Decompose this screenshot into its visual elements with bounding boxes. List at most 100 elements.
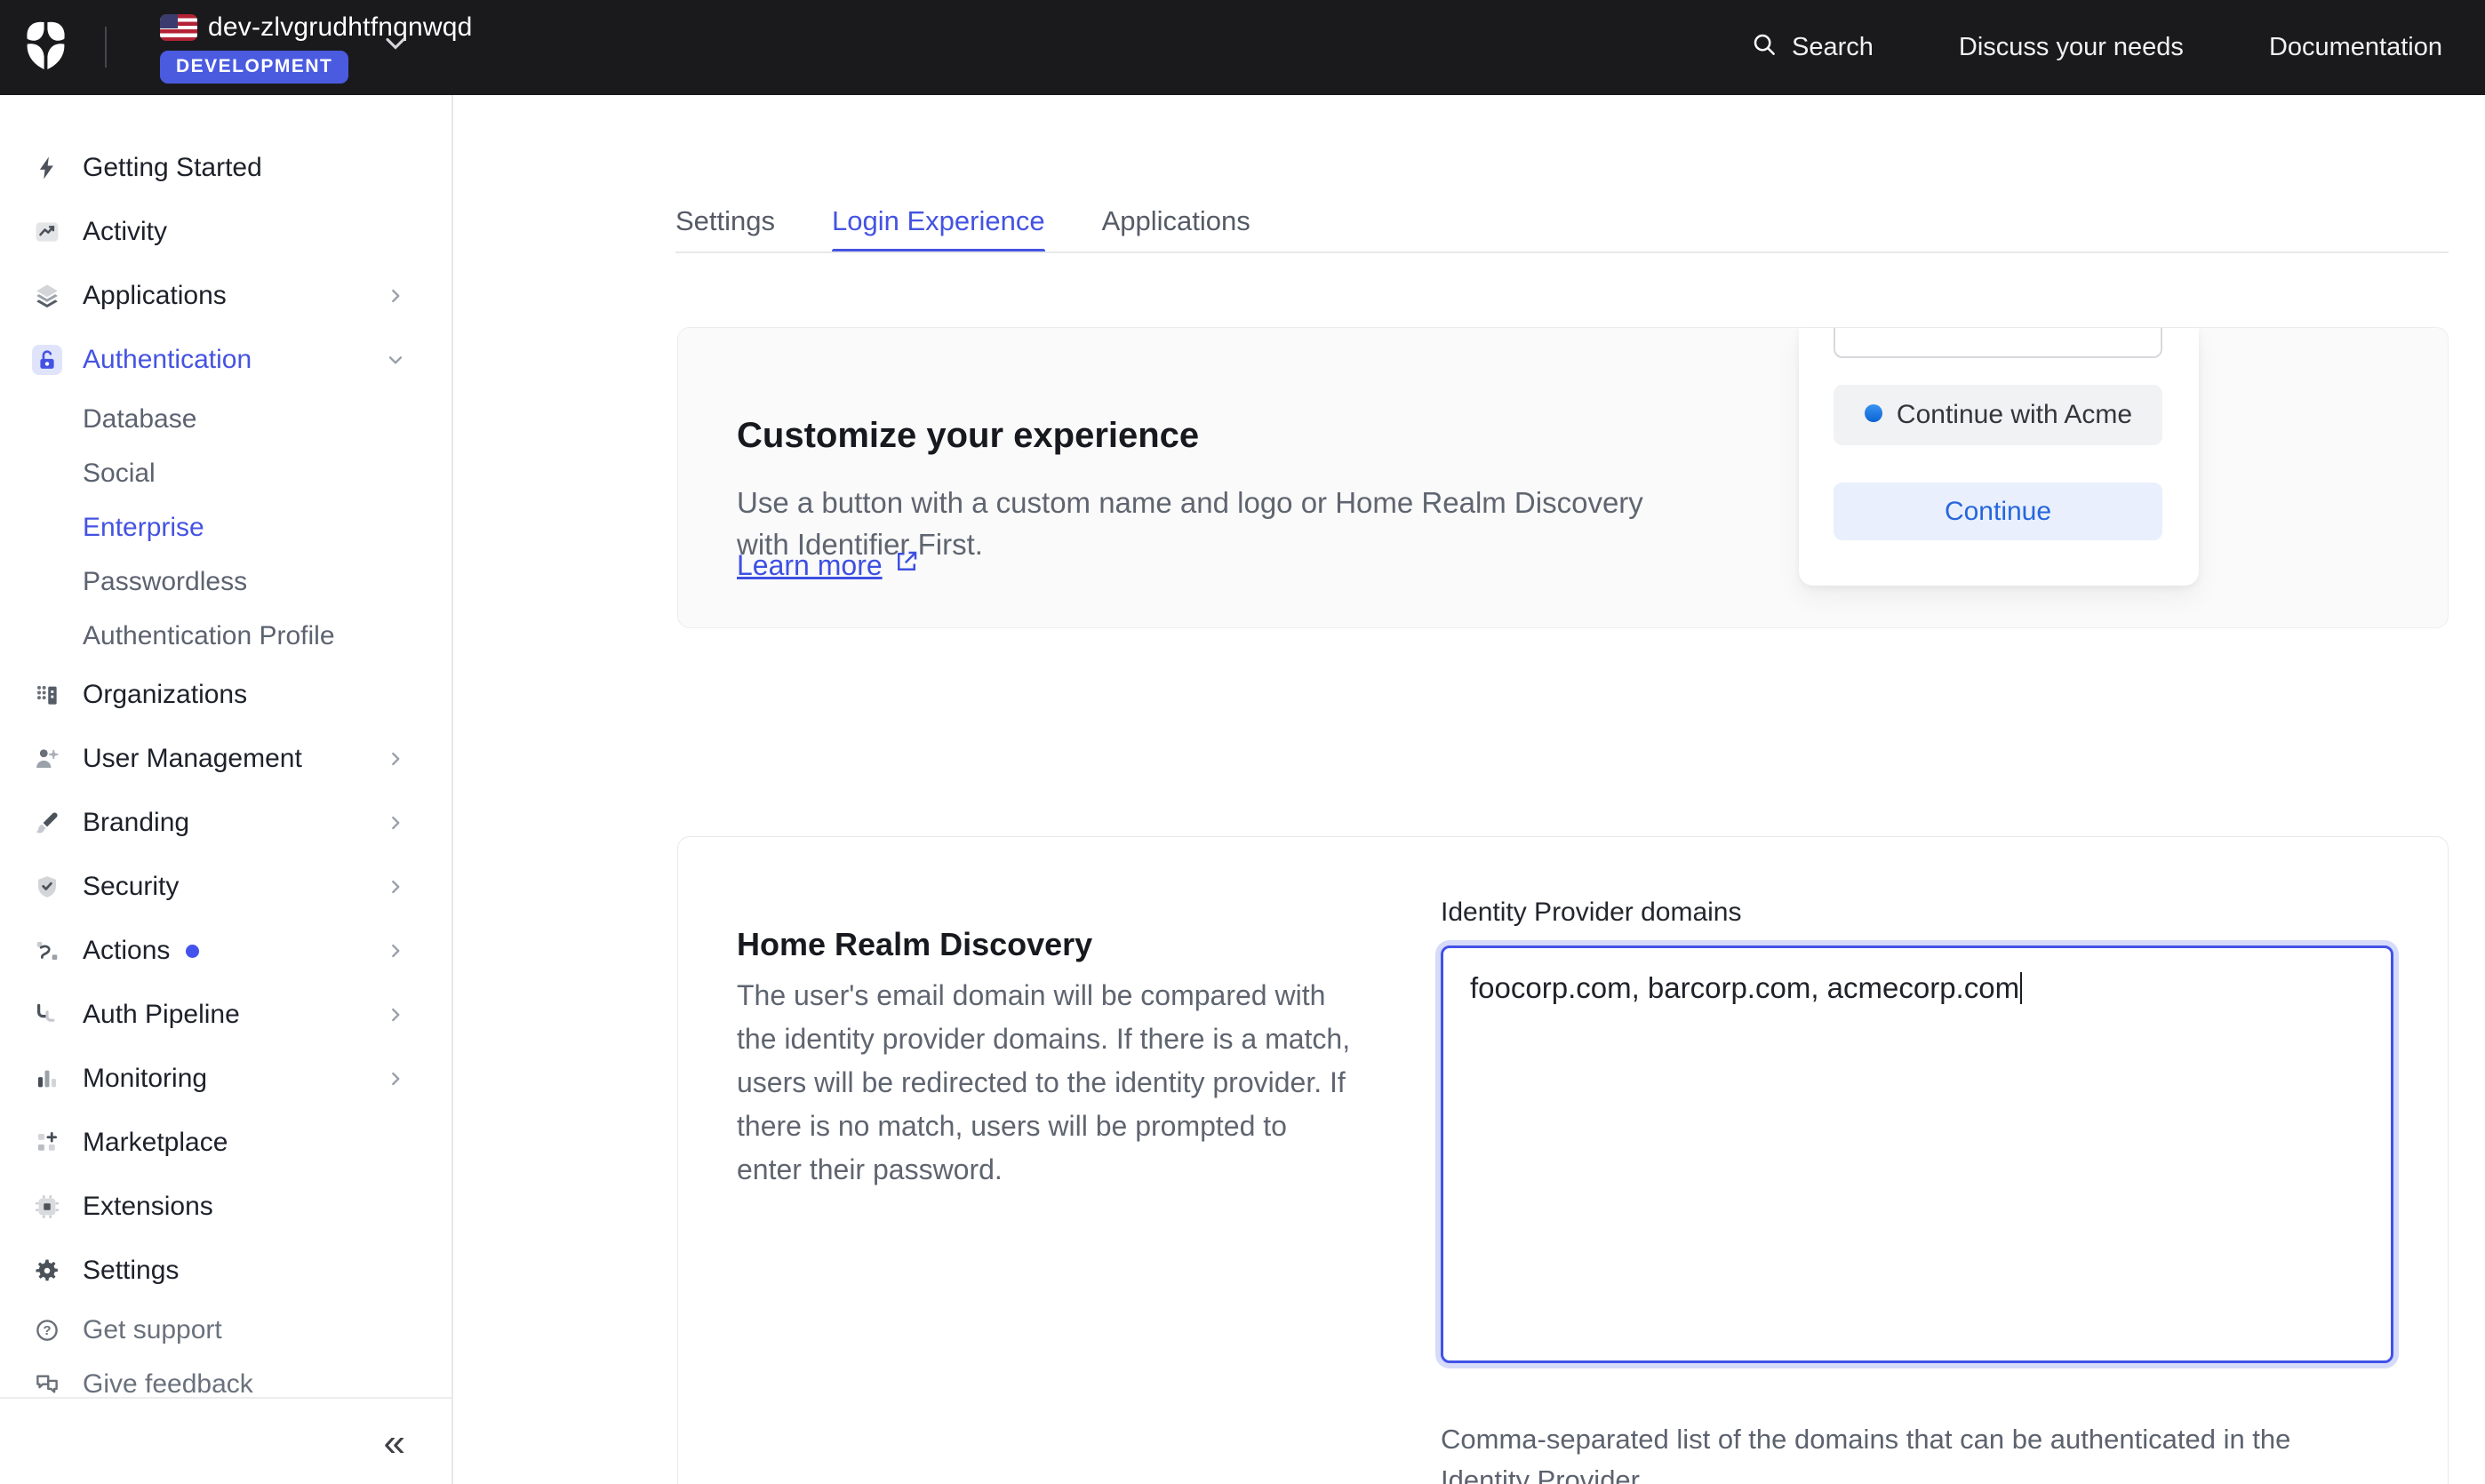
shield-check-icon — [32, 872, 62, 902]
topbar-nav: Search Discuss your needs Documentation — [1751, 0, 2442, 95]
sidebar-footer: « — [0, 1397, 451, 1484]
help-icon: ? — [32, 1315, 62, 1345]
sidebar-item-activity[interactable]: Activity — [0, 200, 451, 264]
sidebar-item-label: User Management — [83, 744, 302, 774]
feedback-icon — [32, 1369, 62, 1400]
chevron-down-icon — [384, 348, 407, 371]
sidebar-item-label: Applications — [83, 281, 227, 311]
activity-icon — [32, 217, 62, 247]
unlock-icon — [32, 345, 62, 375]
continue-button[interactable]: Continue — [1834, 483, 2162, 540]
sidebar-item-label: Social — [83, 459, 156, 489]
sidebar-item-label: Authentication Profile — [83, 621, 335, 651]
sidebar-item-settings[interactable]: Settings — [0, 1239, 451, 1303]
chip-icon — [32, 1192, 62, 1222]
sidebar-item-label: Authentication — [83, 345, 252, 375]
sidebar-item-monitoring[interactable]: Monitoring — [0, 1047, 451, 1111]
bar-chart-icon — [32, 1064, 62, 1094]
sidebar-item-authentication-profile[interactable]: Authentication Profile — [0, 609, 451, 663]
topnav-documentation[interactable]: Documentation — [2269, 33, 2442, 62]
learn-more-link[interactable]: Learn more — [737, 548, 920, 582]
tab-login-experience[interactable]: Login Experience — [832, 188, 1045, 253]
connection-tabs: Settings Login Experience Applications — [675, 188, 1250, 253]
flow-icon — [32, 936, 62, 966]
auth0-dashboard: dev-zlvgrudhtfnqnwqd DEVELOPMENT Search D… — [0, 0, 2485, 1484]
sidebar-item-label: Monitoring — [83, 1064, 207, 1094]
sidebar-item-label: Organizations — [83, 680, 247, 710]
tab-applications[interactable]: Applications — [1102, 188, 1250, 253]
sidebar-item-branding[interactable]: Branding — [0, 791, 451, 855]
sidebar-item-label: Auth Pipeline — [83, 1000, 240, 1030]
sidebar-item-label: Actions — [83, 936, 170, 966]
chevron-right-icon — [384, 811, 407, 834]
sidebar-item-getting-started[interactable]: Getting Started — [0, 136, 451, 200]
collapse-sidebar-button[interactable]: « — [384, 1424, 405, 1463]
tabs-divider — [675, 251, 2449, 253]
home-realm-title: Home Realm Discovery — [737, 926, 1092, 963]
sidebar-item-label: Getting Started — [83, 153, 262, 183]
chevron-right-icon — [384, 939, 407, 962]
sidebar-item-enterprise[interactable]: Enterprise — [0, 500, 451, 555]
sidebar-item-security[interactable]: Security — [0, 855, 451, 919]
sidebar-item-label: Enterprise — [83, 513, 204, 543]
chevron-right-icon — [384, 284, 407, 307]
sidebar-item-authentication[interactable]: Authentication — [0, 328, 451, 392]
svg-text:?: ? — [43, 1323, 51, 1338]
tab-settings[interactable]: Settings — [675, 188, 775, 253]
topnav-discuss[interactable]: Discuss your needs — [1959, 33, 2184, 62]
sidebar-item-user-management[interactable]: User Management — [0, 727, 451, 791]
us-flag-icon — [160, 14, 197, 41]
sidebar-item-passwordless[interactable]: Passwordless — [0, 555, 451, 609]
sidebar-item-applications[interactable]: Applications — [0, 264, 451, 328]
sidebar-item-label: Security — [83, 872, 179, 902]
topnav-label: Search — [1792, 33, 1874, 62]
identifier-input[interactable] — [1834, 328, 2162, 358]
paintbrush-icon — [32, 808, 62, 838]
sidebar-item-actions[interactable]: Actions — [0, 919, 451, 983]
text-cursor — [2020, 972, 2022, 1004]
idp-domains-textarea[interactable]: foocorp.com, barcorp.com, acmecorp.com — [1441, 945, 2393, 1363]
external-link-icon — [893, 548, 920, 582]
chevron-right-icon — [384, 747, 407, 770]
sidebar-item-get-support[interactable]: ? Get support — [0, 1303, 451, 1357]
user-gear-icon — [32, 744, 62, 774]
sidebar-item-extensions[interactable]: Extensions — [0, 1175, 451, 1239]
login-preview-panel: Continue with Acme Continue — [1799, 328, 2199, 586]
sidebar-item-organizations[interactable]: Organizations — [0, 663, 451, 727]
learn-more-label: Learn more — [737, 549, 883, 582]
topnav-label: Documentation — [2269, 33, 2442, 62]
sidebar-item-label: Database — [83, 404, 196, 435]
sidebar-item-label: Branding — [83, 808, 189, 838]
environment-badge: DEVELOPMENT — [160, 51, 348, 84]
organization-icon — [32, 680, 62, 710]
chevron-right-icon — [384, 1003, 407, 1026]
idp-login-button[interactable]: Continue with Acme — [1834, 385, 2162, 445]
bolt-icon — [32, 153, 62, 183]
topnav-search[interactable]: Search — [1751, 31, 1874, 65]
tenant-name: dev-zlvgrudhtfnqnwqd — [208, 12, 473, 43]
layers-icon — [32, 281, 62, 311]
sidebar-item-label: Passwordless — [83, 567, 247, 597]
idp-domains-label: Identity Provider domains — [1441, 898, 1742, 928]
sidebar-item-database[interactable]: Database — [0, 392, 451, 446]
new-feature-dot — [186, 945, 199, 958]
search-icon — [1751, 31, 1778, 65]
sidebar-item-label: Marketplace — [83, 1128, 228, 1158]
tenant-switcher[interactable]: dev-zlvgrudhtfnqnwqd DEVELOPMENT — [160, 12, 473, 84]
sidebar-item-social[interactable]: Social — [0, 446, 451, 500]
sidebar-item-label: Get support — [83, 1315, 222, 1345]
topbar-divider — [105, 27, 107, 68]
home-realm-description: The user's email domain will be compared… — [737, 974, 1359, 1192]
sidebar-item-auth-pipeline[interactable]: Auth Pipeline — [0, 983, 451, 1047]
customize-card-title: Customize your experience — [737, 416, 1199, 456]
idp-domains-value: foocorp.com, barcorp.com, acmecorp.com — [1470, 971, 2019, 1004]
sidebar-nav: Getting Started Activity Applications Authe… — [0, 95, 451, 1411]
idp-domains-helper: Comma-separated list of the domains that… — [1441, 1419, 2378, 1484]
chevron-right-icon — [384, 875, 407, 898]
main-content: Settings Login Experience Applications Cus… — [455, 95, 2485, 1484]
acme-logo-icon — [1864, 400, 1883, 430]
auth0-logo-icon — [22, 18, 69, 74]
sidebar-item-marketplace[interactable]: Marketplace — [0, 1111, 451, 1175]
sidebar-item-label: Settings — [83, 1256, 179, 1286]
chevron-down-icon[interactable] — [384, 36, 407, 56]
